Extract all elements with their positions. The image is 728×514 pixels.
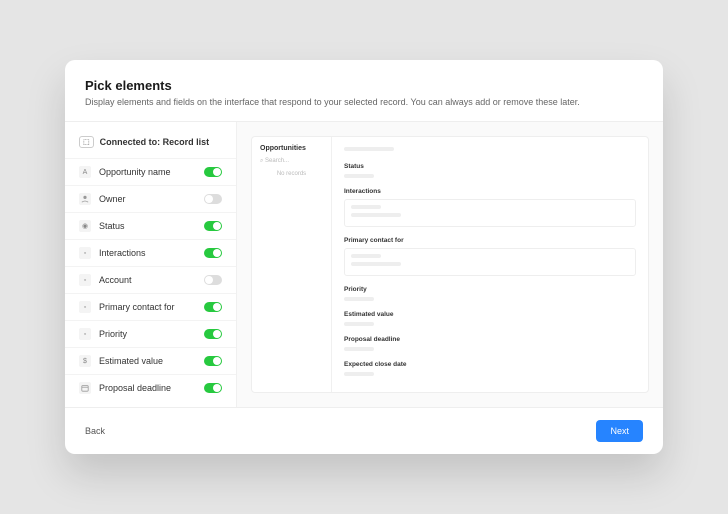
skeleton-line xyxy=(344,174,374,178)
preview-field-label: Proposal deadline xyxy=(344,336,636,343)
field-toggle[interactable] xyxy=(204,221,222,231)
preview-field-label: Status xyxy=(344,163,636,170)
field-toggle[interactable] xyxy=(204,383,222,393)
field-toggle[interactable] xyxy=(204,275,222,285)
field-label: Status xyxy=(99,221,196,231)
preview-list-title: Opportunities xyxy=(260,145,323,152)
field-label: Primary contact for xyxy=(99,302,196,312)
skeleton-title xyxy=(344,147,394,151)
field-toggle[interactable] xyxy=(204,329,222,339)
field-label: Estimated value xyxy=(99,356,196,366)
field-row: A Opportunity name xyxy=(65,158,236,185)
field-row: ▫ Primary contact for xyxy=(65,293,236,320)
field-row: Owner xyxy=(65,185,236,212)
field-row: $ Estimated value xyxy=(65,347,236,374)
field-row: ▫ Interactions xyxy=(65,239,236,266)
field-label: Proposal deadline xyxy=(99,383,196,393)
preview-section: Status xyxy=(344,163,636,178)
preview-field-box xyxy=(344,199,636,227)
preview-search: ⌕ Search... xyxy=(260,158,323,165)
page-title: Pick elements xyxy=(85,78,643,93)
preview-field-box xyxy=(344,248,636,276)
preview-field-label: Expected close date xyxy=(344,361,636,368)
back-button[interactable]: Back xyxy=(85,426,105,436)
field-row: ◉ Status xyxy=(65,212,236,239)
preview-section: Interactions xyxy=(344,188,636,227)
field-type-icon: ▫ xyxy=(79,274,91,286)
field-toggle[interactable] xyxy=(204,167,222,177)
field-type-icon: ▫ xyxy=(79,328,91,340)
field-type-icon: $ xyxy=(79,355,91,367)
preview-detail-panel: Status Interactions Primary contact for Pri… xyxy=(332,137,648,392)
no-records-text: No records xyxy=(260,171,323,177)
field-type-icon: ▫ xyxy=(79,301,91,313)
field-type-icon: ▫ xyxy=(79,247,91,259)
fields-sidebar[interactable]: ⬚ Connected to: Record list A Opportunity… xyxy=(65,122,237,407)
field-label: Account xyxy=(99,275,196,285)
field-type-icon: ◉ xyxy=(79,220,91,232)
modal-header: Pick elements Display elements and field… xyxy=(65,60,663,121)
preview-section: Proposal deadline xyxy=(344,336,636,351)
preview-field-label: Interactions xyxy=(344,188,636,195)
field-label: Opportunity name xyxy=(99,167,196,177)
page-subtitle: Display elements and fields on the inter… xyxy=(85,97,643,107)
field-toggle[interactable] xyxy=(204,356,222,366)
connected-to: ⬚ Connected to: Record list xyxy=(65,132,236,158)
field-type-icon xyxy=(79,193,91,205)
connected-label: Connected to: Record list xyxy=(100,137,210,147)
skeleton-line xyxy=(344,372,374,376)
field-type-icon: A xyxy=(79,166,91,178)
skeleton-line xyxy=(344,297,374,301)
field-toggle[interactable] xyxy=(204,302,222,312)
next-button[interactable]: Next xyxy=(596,420,643,442)
field-label: Priority xyxy=(99,329,196,339)
preview-field-label: Priority xyxy=(344,286,636,293)
modal-body: ⬚ Connected to: Record list A Opportunity… xyxy=(65,121,663,408)
field-toggle[interactable] xyxy=(204,194,222,204)
link-icon: ⬚ xyxy=(79,136,94,148)
preview-field-label: Estimated value xyxy=(344,311,636,318)
field-type-icon xyxy=(79,382,91,394)
field-toggle[interactable] xyxy=(204,248,222,258)
modal-footer: Back Next xyxy=(65,408,663,454)
field-row: ▫ Account xyxy=(65,266,236,293)
preview-pane: Opportunities ⌕ Search... No records Sta… xyxy=(237,122,663,407)
field-row: Proposal deadline xyxy=(65,374,236,401)
pick-elements-modal: Pick elements Display elements and field… xyxy=(65,60,663,454)
preview-section: Primary contact for xyxy=(344,237,636,276)
skeleton-line xyxy=(344,322,374,326)
preview-section: Estimated value xyxy=(344,311,636,326)
preview-field-label: Primary contact for xyxy=(344,237,636,244)
field-row: ▫ Priority xyxy=(65,320,236,347)
preview-section: Expected close date xyxy=(344,361,636,376)
preview-section: Priority xyxy=(344,286,636,301)
search-icon: ⌕ xyxy=(260,158,263,164)
preview-card: Opportunities ⌕ Search... No records Sta… xyxy=(251,136,649,393)
field-label: Interactions xyxy=(99,248,196,258)
skeleton-line xyxy=(344,347,374,351)
field-label: Owner xyxy=(99,194,196,204)
preview-list-panel: Opportunities ⌕ Search... No records xyxy=(252,137,332,392)
